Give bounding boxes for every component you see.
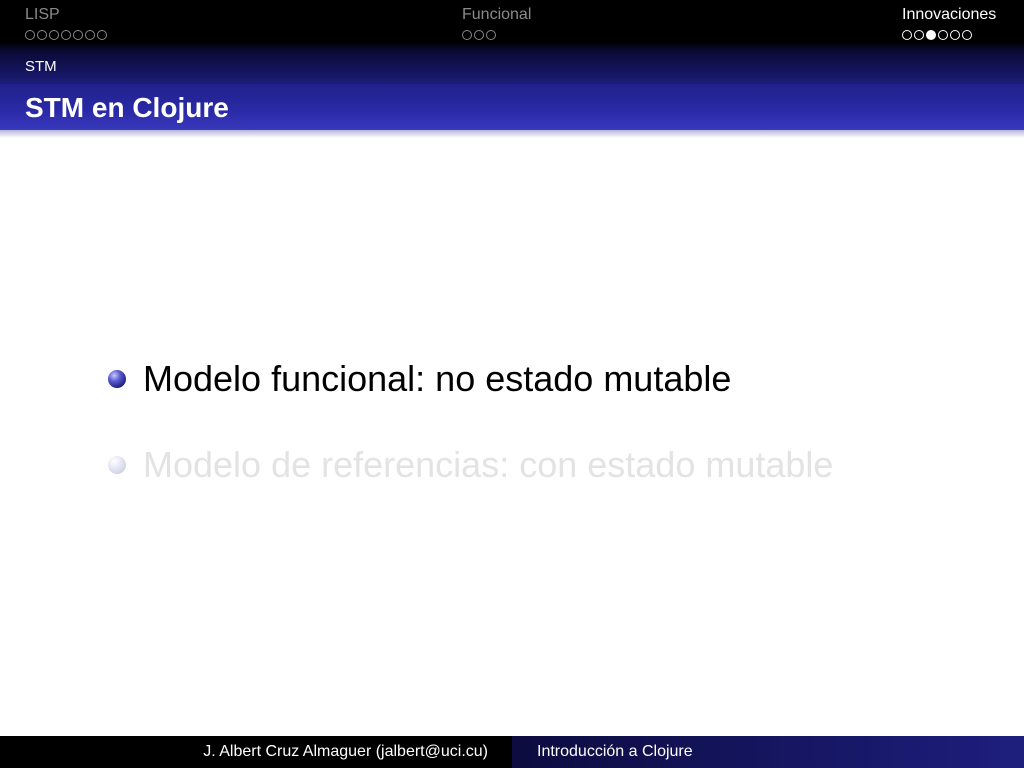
nav-frame-dot[interactable] xyxy=(902,30,912,40)
subsection-bar: STM xyxy=(0,52,1024,84)
nav-section-funcional[interactable]: Funcional xyxy=(462,5,531,40)
section-navigation-bar: LISP Funcional Innovaciones xyxy=(0,0,1024,52)
frame-title: STM en Clojure xyxy=(25,92,229,123)
footer-title-panel: Introducción a Clojure xyxy=(512,736,1024,768)
nav-frame-dot[interactable] xyxy=(25,30,35,40)
subsection-label[interactable]: STM xyxy=(25,58,57,76)
ball-bullet-icon xyxy=(108,370,126,388)
bullet-item-faded: Modelo de referencias: con estado mutabl… xyxy=(108,442,988,528)
bullet-text: Modelo funcional: no estado mutable xyxy=(143,358,732,399)
frame-title-bar: STM en Clojure xyxy=(0,84,1024,130)
nav-frame-dot[interactable] xyxy=(914,30,924,40)
footer-bar: J. Albert Cruz Almaguer (jalbert@uci.cu)… xyxy=(0,736,1024,768)
nav-frame-dot[interactable] xyxy=(474,30,484,40)
nav-frame-dot[interactable] xyxy=(462,30,472,40)
nav-frame-dot[interactable] xyxy=(938,30,948,40)
nav-frame-dot[interactable] xyxy=(962,30,972,40)
nav-frame-dots xyxy=(462,30,531,40)
nav-frame-dots xyxy=(902,30,996,40)
nav-frame-dots xyxy=(25,30,107,40)
nav-frame-dot[interactable] xyxy=(37,30,47,40)
nav-frame-dot[interactable] xyxy=(61,30,71,40)
nav-frame-dot[interactable] xyxy=(85,30,95,40)
nav-frame-dot[interactable] xyxy=(73,30,83,40)
nav-frame-dot[interactable] xyxy=(49,30,59,40)
nav-frame-dot[interactable] xyxy=(950,30,960,40)
footer-presentation-title: Introducción a Clojure xyxy=(537,743,693,760)
bullet-item: Modelo funcional: no estado mutable xyxy=(108,356,988,442)
title-shadow xyxy=(0,130,1024,138)
footer-author: J. Albert Cruz Almaguer (jalbert@uci.cu) xyxy=(203,743,488,760)
bullet-text: Modelo de referencias: con estado mutabl… xyxy=(143,444,834,485)
nav-frame-dot-current[interactable] xyxy=(926,30,936,40)
footer-author-panel: J. Albert Cruz Almaguer (jalbert@uci.cu) xyxy=(0,736,512,768)
nav-section-label[interactable]: Funcional xyxy=(462,5,531,25)
bullet-list: Modelo funcional: no estado mutable Mode… xyxy=(108,356,988,528)
nav-section-label[interactable]: LISP xyxy=(25,5,107,25)
nav-section-lisp[interactable]: LISP xyxy=(25,5,107,40)
ball-bullet-icon xyxy=(108,456,126,474)
nav-section-innovaciones[interactable]: Innovaciones xyxy=(902,5,996,40)
nav-frame-dot[interactable] xyxy=(486,30,496,40)
nav-frame-dot[interactable] xyxy=(97,30,107,40)
nav-section-label[interactable]: Innovaciones xyxy=(902,5,996,25)
